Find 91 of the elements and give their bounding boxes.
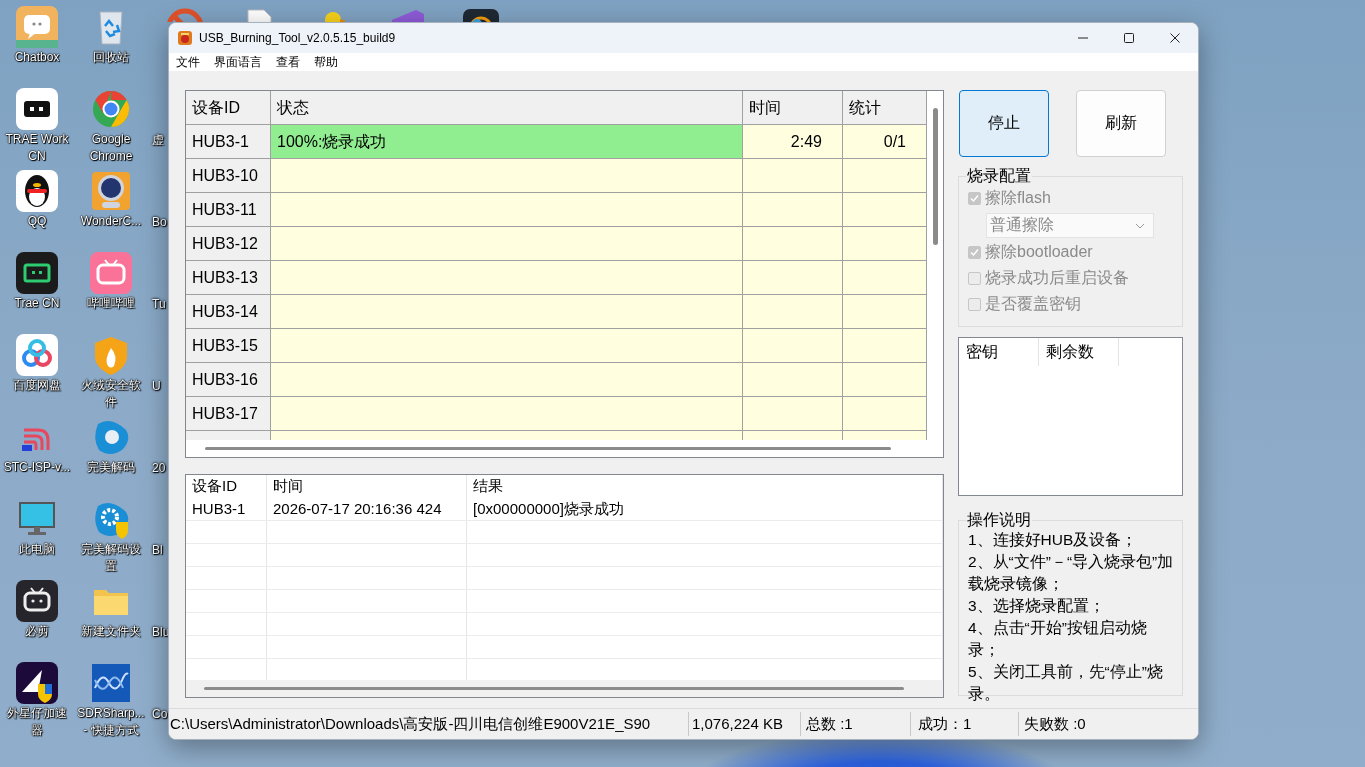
group-title: 烧录配置: [966, 167, 1032, 185]
column-header[interactable]: 统计: [843, 91, 927, 125]
prohibited-icon[interactable]: [164, 6, 206, 22]
chat-bubble-icon[interactable]: [16, 6, 58, 48]
checkbox-label: 烧录成功后重启设备: [985, 267, 1129, 288]
icon-label: 外星仔加速器: [6, 705, 68, 739]
status-text: 失败数 :0: [1018, 712, 1198, 736]
robot-icon[interactable]: [90, 170, 132, 212]
table-cell: HUB3-17: [186, 397, 271, 431]
icon-label: 20: [152, 460, 166, 477]
column-header[interactable]: 设备ID: [186, 475, 267, 498]
icon-label: QQ: [26, 213, 48, 230]
column-header[interactable]: 状态: [271, 91, 743, 125]
instruction-step: 3、选择烧录配置；: [968, 595, 1176, 617]
table-cell: HUB3-14: [186, 295, 271, 329]
table-cell: 2026-07-17 20:16:36 424: [267, 498, 467, 521]
menu-item[interactable]: 界面语言: [207, 53, 269, 71]
maximize-icon: [1124, 33, 1134, 43]
table-cell: 2:49: [743, 125, 843, 159]
icon-label: Bl: [152, 542, 163, 559]
window-title: USB_Burning_Tool_v2.0.5.15_build9: [199, 31, 397, 45]
icon-label: 新建文件夹: [80, 623, 142, 640]
icon-label: Google Chrome: [88, 131, 134, 165]
icon-label: 必剪: [24, 623, 50, 640]
instruction-step: 5、关闭工具前，先“停止”烧录。: [968, 661, 1176, 705]
table-cell: HUB3-13: [186, 261, 271, 295]
penguin-icon[interactable]: [16, 170, 58, 212]
table-cell: HUB3-1: [186, 498, 267, 521]
app-icon[interactable]: [16, 252, 58, 294]
group-title: 操作说明: [966, 511, 1032, 529]
icon-label: Trae CN: [13, 295, 61, 312]
icon-label: 火绒安全软件: [80, 377, 142, 411]
app-icon[interactable]: [16, 88, 58, 130]
checkbox-label: 擦除bootloader: [985, 241, 1093, 262]
icon-label: Tu: [152, 296, 166, 313]
icon-label: 回收站: [92, 49, 130, 66]
icon-label: STC-ISP-v...: [2, 459, 72, 476]
scroll-thumb[interactable]: [205, 447, 891, 450]
column-header[interactable]: 结果: [467, 475, 943, 498]
wave-icon[interactable]: [90, 662, 132, 704]
stop-button[interactable]: 停止: [959, 90, 1049, 157]
refresh-button[interactable]: 刷新: [1076, 90, 1166, 157]
scroll-thumb[interactable]: [204, 687, 904, 690]
status-cell: 100%:烧录成功: [271, 125, 743, 159]
icon-label: 完美解码设置: [80, 541, 142, 575]
menu-item[interactable]: 帮助: [307, 53, 345, 71]
icon-label: U: [152, 378, 161, 395]
status-text: 成功：1: [910, 712, 1018, 736]
close-icon: [1170, 33, 1180, 43]
tv-icon[interactable]: [16, 580, 58, 622]
status-text: 总数 :1: [800, 712, 910, 736]
scroll-thumb[interactable]: [932, 108, 938, 245]
menu-item[interactable]: 查看: [269, 53, 307, 71]
table-cell: HUB3-15: [186, 329, 271, 363]
column-header[interactable]: 密钥: [959, 338, 1039, 366]
icon-label: 完美解码: [86, 459, 136, 476]
table-cell: HUB3-11: [186, 193, 271, 227]
icon-label: TRAE Work CN: [4, 131, 70, 165]
instruction-step: 2、从“文件”－“导入烧录包”加载烧录镜像；: [968, 551, 1176, 595]
column-header[interactable]: 剩余数: [1039, 338, 1119, 366]
browser-icon[interactable]: [90, 88, 132, 130]
table-cell: [0x00000000]烧录成功: [467, 498, 943, 521]
column-header[interactable]: 设备ID: [186, 91, 271, 125]
column-header[interactable]: 时间: [267, 475, 467, 498]
icon-label: 百度网盘: [12, 377, 62, 394]
status-text: C:\Users\Administrator\Downloads\高安版-四川电信创维E900V21E_S90: [169, 714, 652, 734]
chevron-down-icon: [1135, 222, 1145, 229]
icon-label: Co: [152, 706, 168, 723]
icon-label: 虚: [152, 132, 164, 149]
icon-label: Chatbox: [13, 49, 61, 66]
shield-icon[interactable]: [16, 662, 58, 704]
instruction-step: 4、点击“开始”按钮启动烧录；: [968, 617, 1176, 661]
icon-label: 此电脑: [18, 541, 56, 558]
checkbox-label: 是否覆盖密钥: [985, 293, 1081, 314]
instruction-step: 1、连接好HUB及设备；: [968, 529, 1176, 551]
app-icon: [177, 30, 193, 46]
checkbox-label: 擦除flash: [985, 187, 1051, 208]
icon-label: SDRSharp... - 快捷方式: [76, 705, 146, 739]
table-cell: HUB3-16: [186, 363, 271, 397]
icon-label: Bo: [152, 214, 167, 231]
menu-item[interactable]: 文件: [169, 53, 207, 71]
status-text: 1,076,224 KB: [688, 712, 800, 736]
rings-icon[interactable]: [16, 334, 58, 376]
table-cell: HUB3-10: [186, 159, 271, 193]
table-cell: 0/1: [843, 125, 927, 159]
column-header[interactable]: 时间: [743, 91, 843, 125]
icon-label: WonderC...: [79, 213, 143, 230]
table-cell: HUB3-12: [186, 227, 271, 261]
table-cell: HUB3-1: [186, 125, 271, 159]
app-icon[interactable]: [460, 6, 502, 22]
icon-label: 哔哩哔哩: [86, 295, 136, 312]
